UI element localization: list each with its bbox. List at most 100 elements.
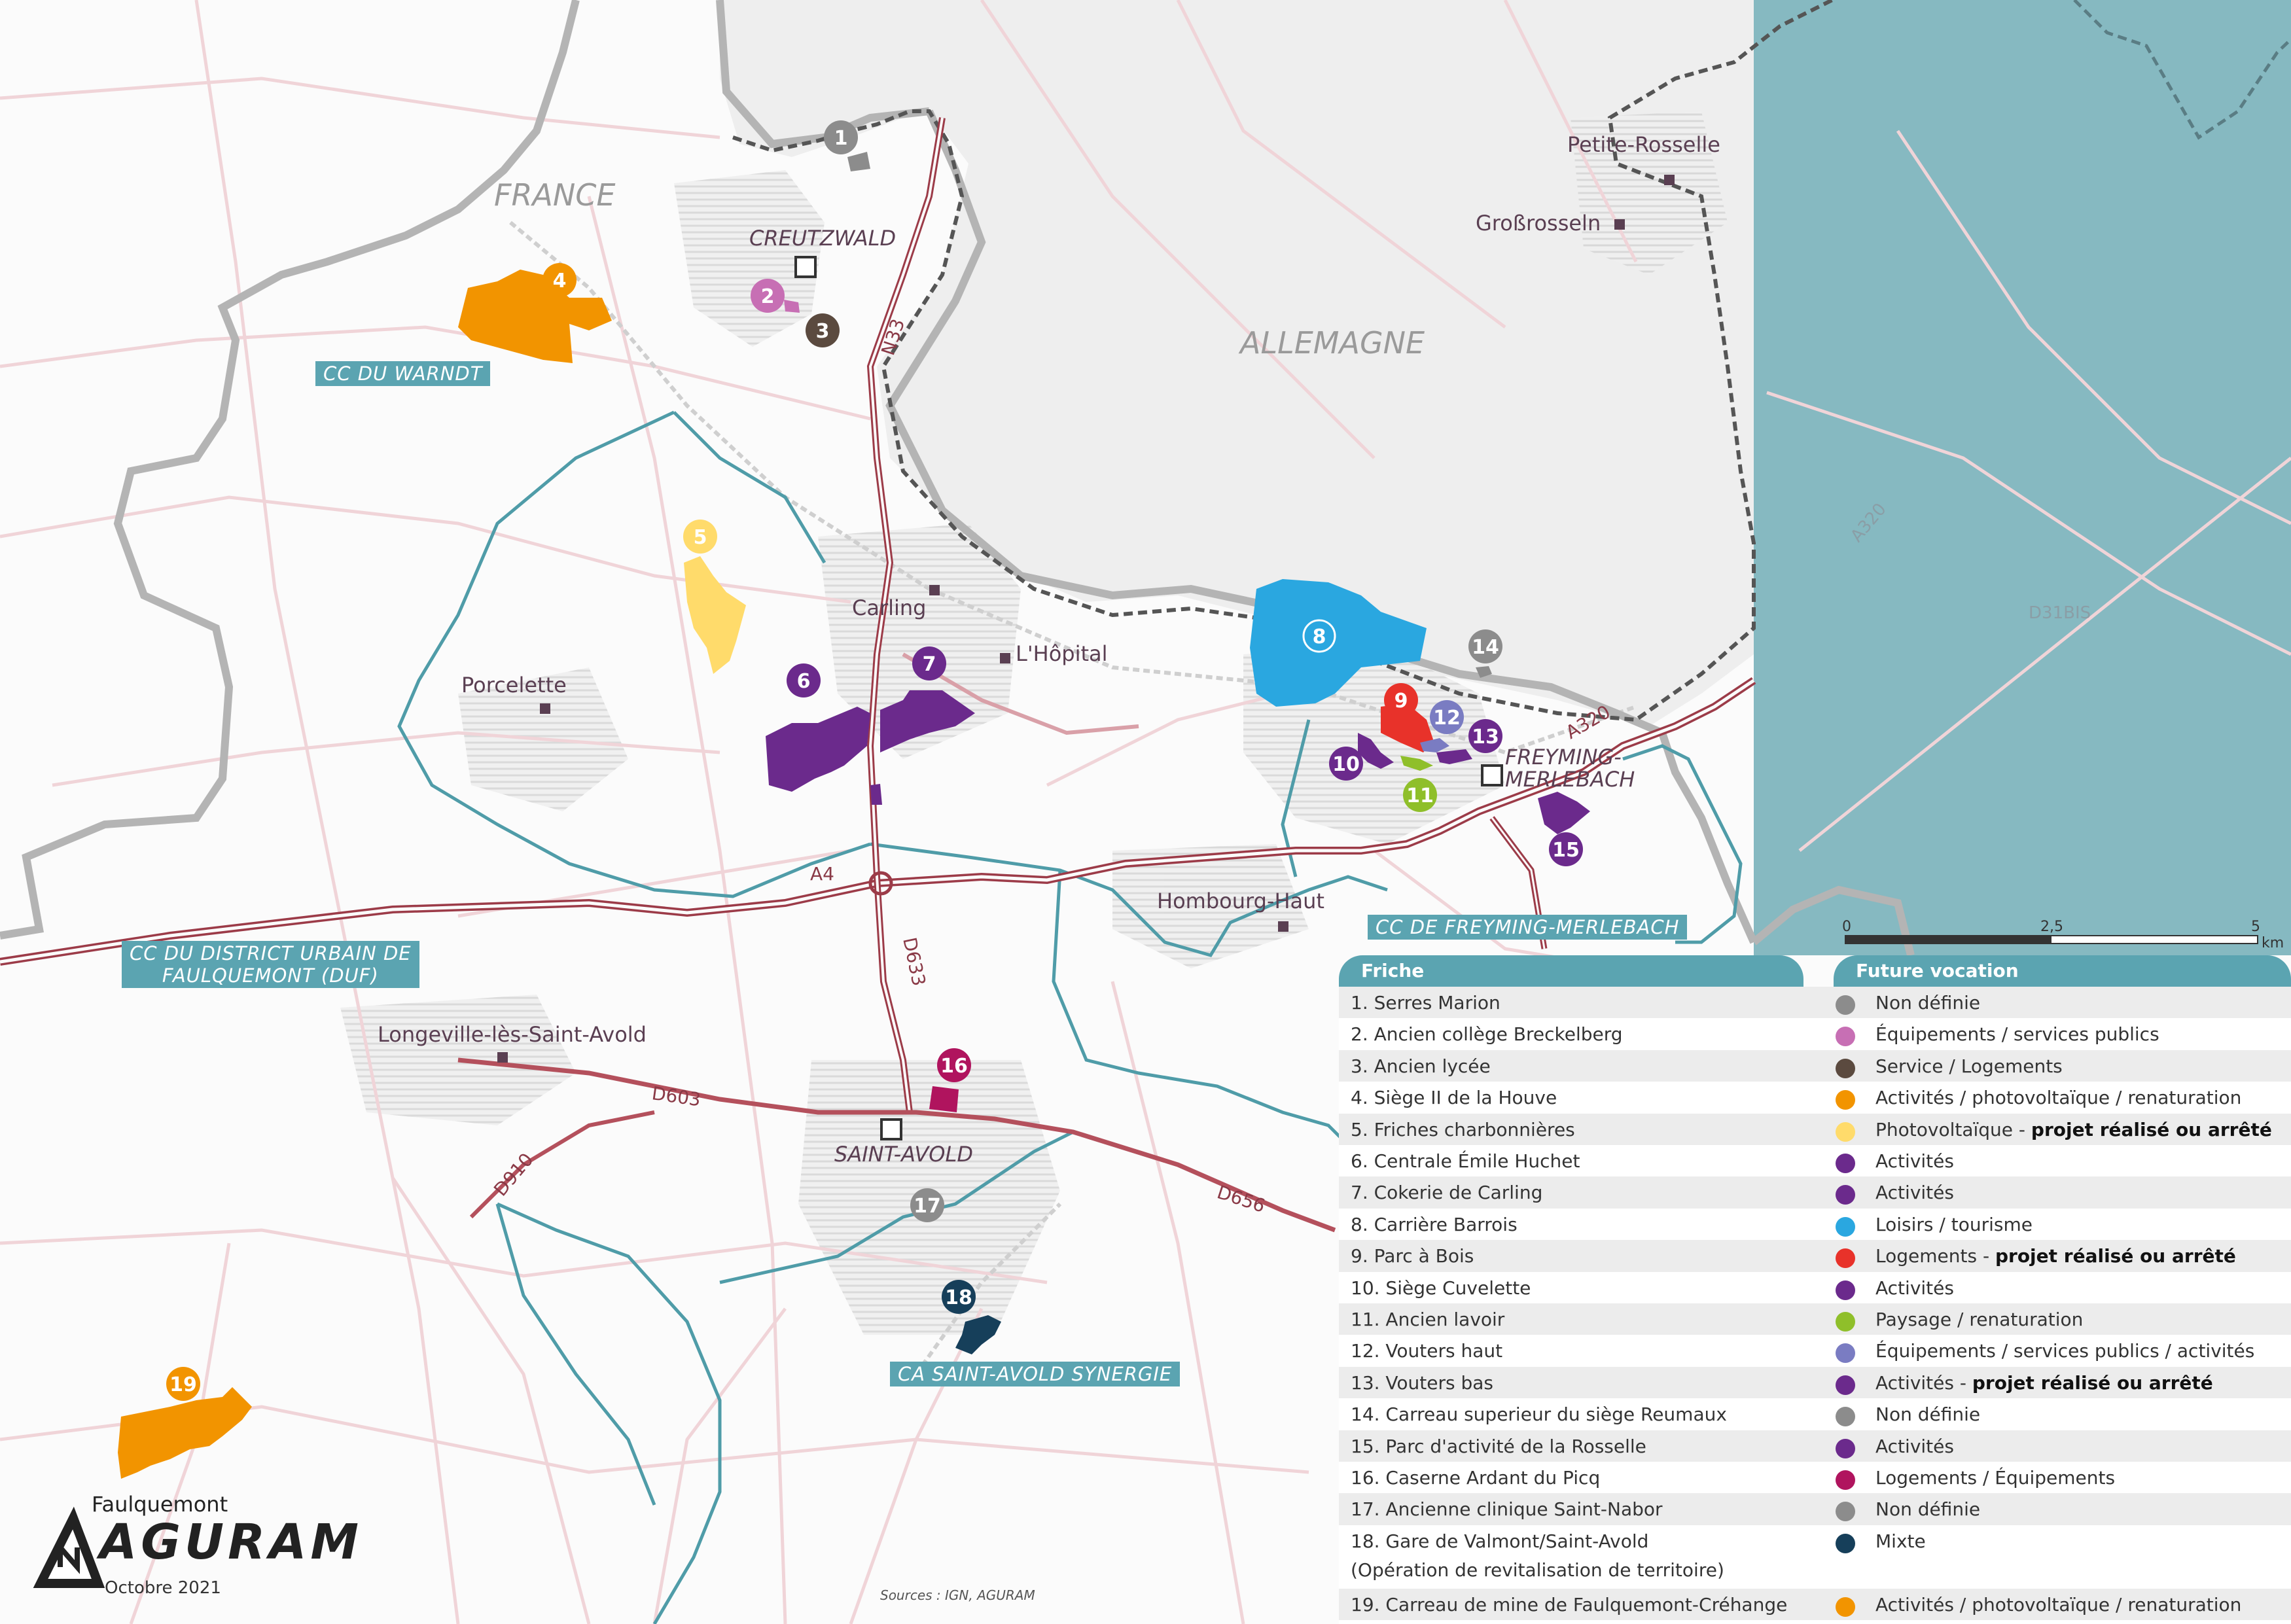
legend-vocation-text: Non définie: [1875, 992, 1981, 1014]
site-badge-18: 18: [942, 1280, 976, 1314]
legend-row: 11. Ancien lavoir Paysage / renaturation: [1339, 1303, 2291, 1335]
legend-vocation: Activités: [1875, 1436, 1954, 1457]
legend-row: 6. Centrale Émile Huchet Activités: [1339, 1145, 2291, 1176]
svg-text:5: 5: [2251, 919, 2260, 935]
legend-friche-name: 7. Cokerie de Carling: [1351, 1182, 1543, 1204]
legend-vocation-text: Paysage / renaturation: [1875, 1309, 2084, 1330]
legend-vocation-status: projet réalisé ou arrêté: [1972, 1371, 2213, 1394]
svg-text:15: 15: [1552, 839, 1580, 862]
place-carling: Carling: [852, 595, 926, 620]
legend-row: 10. Siège Cuvelette Activités: [1339, 1272, 2291, 1303]
legend-vocation: Non définie: [1875, 992, 1980, 1014]
legend-vocation: Logements - projet réalisé ou arrêté: [1875, 1245, 2236, 1267]
legend-row: 12. Vouters haut Équipements / services p…: [1339, 1335, 2291, 1366]
legend-color-dot: [1836, 1343, 1855, 1364]
site-badge-2: 2: [751, 279, 785, 313]
legend-friche-name: 1. Serres Marion: [1351, 992, 1501, 1014]
legend-friche-header: Friche: [1339, 955, 1803, 987]
legend-color-dot: [1836, 1058, 1855, 1078]
place-grossrosseln: Großrosseln: [1476, 211, 1601, 236]
legend-vocation: Photovoltaïque - projet réalisé ou arrêt…: [1875, 1119, 2272, 1140]
legend-vocation-text: Équipements / services publics / activit…: [1875, 1340, 2255, 1362]
road-d603: D603: [650, 1082, 702, 1110]
legend-color-dot: [1836, 1248, 1855, 1269]
legend-row: 19. Carreau de mine de Faulquemont-Créha…: [1339, 1588, 2291, 1620]
legend-vocation: Mixte: [1875, 1530, 1926, 1552]
legend-vocation: Non définie: [1875, 1403, 1980, 1425]
legend-vocation: Activités: [1875, 1277, 1954, 1299]
site-badge-14: 14: [1468, 629, 1502, 663]
legend-vocation-text: Photovoltaïque -: [1875, 1118, 2031, 1140]
sources-note: Sources : IGN, AGURAM: [880, 1587, 1035, 1603]
site-5-shape: [684, 556, 746, 674]
legend-vocation-text: Loisirs / tourisme: [1875, 1213, 2033, 1235]
legend-row: 16. Caserne Ardant du Picq Logements / Éq…: [1339, 1462, 2291, 1493]
legend-color-dot: [1836, 1407, 1855, 1427]
legend-color-dot: [1836, 995, 1855, 1015]
place-faulquemont: Faulquemont: [92, 1492, 228, 1517]
legend-vocation-text: Non définie: [1875, 1403, 1981, 1426]
legend-vocation: Activités / photovoltaïque / renaturatio…: [1875, 1594, 2241, 1615]
legend-vocation-status: projet réalisé ou arrêté: [2031, 1118, 2272, 1140]
legend-row: 17. Ancienne clinique Saint-Nabor Non déf…: [1339, 1493, 2291, 1525]
legend-color-dot: [1836, 1090, 1855, 1110]
legend-friche-name: 3. Ancien lycée: [1351, 1055, 1491, 1077]
legend-row: 13. Vouters bas Activités - projet réalis…: [1339, 1366, 2291, 1399]
legend-color-dot: [1836, 1280, 1855, 1300]
legend-vocation: Activités: [1875, 1150, 1954, 1172]
legend-vocation-text: Mixte: [1875, 1530, 1926, 1552]
legend-friche-name: 8. Carrière Barrois: [1351, 1213, 1518, 1235]
cc-faulquemont-line1: CC DU DISTRICT URBAIN DE: [130, 942, 412, 964]
legend-color-dot: [1836, 1154, 1855, 1173]
site-badge-19: 19: [166, 1367, 200, 1401]
svg-text:6: 6: [797, 670, 811, 693]
legend-row: 8. Carrière Barrois Loisirs / tourisme: [1339, 1209, 2291, 1240]
legend-panel: Friche Future vocation 1. Serres Marion N…: [1339, 955, 2291, 1624]
road-d910: D910: [489, 1149, 537, 1201]
legend-color-dot: [1836, 1121, 1855, 1142]
aguram-name: AGURAM: [99, 1514, 363, 1570]
site-badge-17: 17: [910, 1188, 944, 1222]
legend-vocation-text: Activités: [1875, 1277, 1954, 1299]
svg-text:2,5: 2,5: [2040, 919, 2063, 935]
site-badge-8: 8: [1302, 619, 1336, 653]
legend-friche-name: 12. Vouters haut: [1351, 1340, 1503, 1362]
legend-vocation-header: Future vocation: [1834, 955, 2291, 987]
legend-row: 2. Ancien collège Breckelberg Équipements…: [1339, 1018, 2291, 1050]
country-label-germany: ALLEMAGNE: [1238, 325, 1425, 361]
site-19-shape: [118, 1387, 252, 1479]
place-creutzwald: CREUTZWALD: [749, 226, 896, 251]
legend-friche-name: 6. Centrale Émile Huchet: [1351, 1150, 1580, 1172]
site-6-shape: [766, 707, 870, 792]
legend-color-dot: [1836, 1470, 1855, 1490]
legend-body: 1. Serres Marion Non définie 2. Ancien col…: [1339, 987, 2291, 1624]
place-petite-rosselle: Petite-Rosselle: [1567, 132, 1720, 157]
site-badge-1: 1: [824, 120, 858, 154]
legend-vocation-text: Service / Logements: [1875, 1055, 2063, 1077]
legend-friche-name: 16. Caserne Ardant du Picq: [1351, 1467, 1601, 1489]
svg-text:9: 9: [1394, 690, 1408, 713]
legend-row: 1. Serres Marion Non définie: [1339, 987, 2291, 1019]
legend-row: 3. Ancien lycée Service / Logements: [1339, 1050, 2291, 1082]
legend-vocation: Équipements / services publics / activit…: [1875, 1340, 2254, 1362]
legend-row: 18. Gare de Valmont/Saint-Avold (Opératio…: [1339, 1525, 2291, 1589]
legend-row: 15. Parc d'activité de la Rosselle Activi…: [1339, 1430, 2291, 1462]
site-4-shape: [458, 270, 612, 363]
legend-color-dot: [1836, 1375, 1855, 1395]
legend-friche-name: 9. Parc à Bois: [1351, 1245, 1474, 1267]
svg-text:7: 7: [923, 653, 936, 676]
map-stage: FRANCE ALLEMAGNE CREUTZWALD Petite-Rosse…: [0, 0, 2291, 1624]
road-d31bis: D31BIS: [2029, 603, 2091, 623]
legend-friche-name: 18. Gare de Valmont/Saint-Avold: [1351, 1530, 1649, 1552]
place-freyming-1: FREYMING-: [1505, 745, 1622, 769]
legend-color-dot: [1836, 1312, 1855, 1332]
svg-text:14: 14: [1472, 636, 1499, 659]
legend-vocation: Activités - projet réalisé ou arrêté: [1875, 1372, 2213, 1394]
svg-text:12: 12: [1433, 707, 1461, 730]
legend-vocation-text: Activités / photovoltaïque / renaturatio…: [1875, 1087, 2242, 1109]
site-16-shape: [929, 1086, 959, 1112]
legend-vocation: Équipements / services publics: [1875, 1023, 2159, 1045]
legend-color-dot: [1836, 1185, 1855, 1205]
site-badge-13: 13: [1468, 719, 1502, 753]
legend-vocation-text: Logements / Équipements: [1875, 1467, 2116, 1489]
